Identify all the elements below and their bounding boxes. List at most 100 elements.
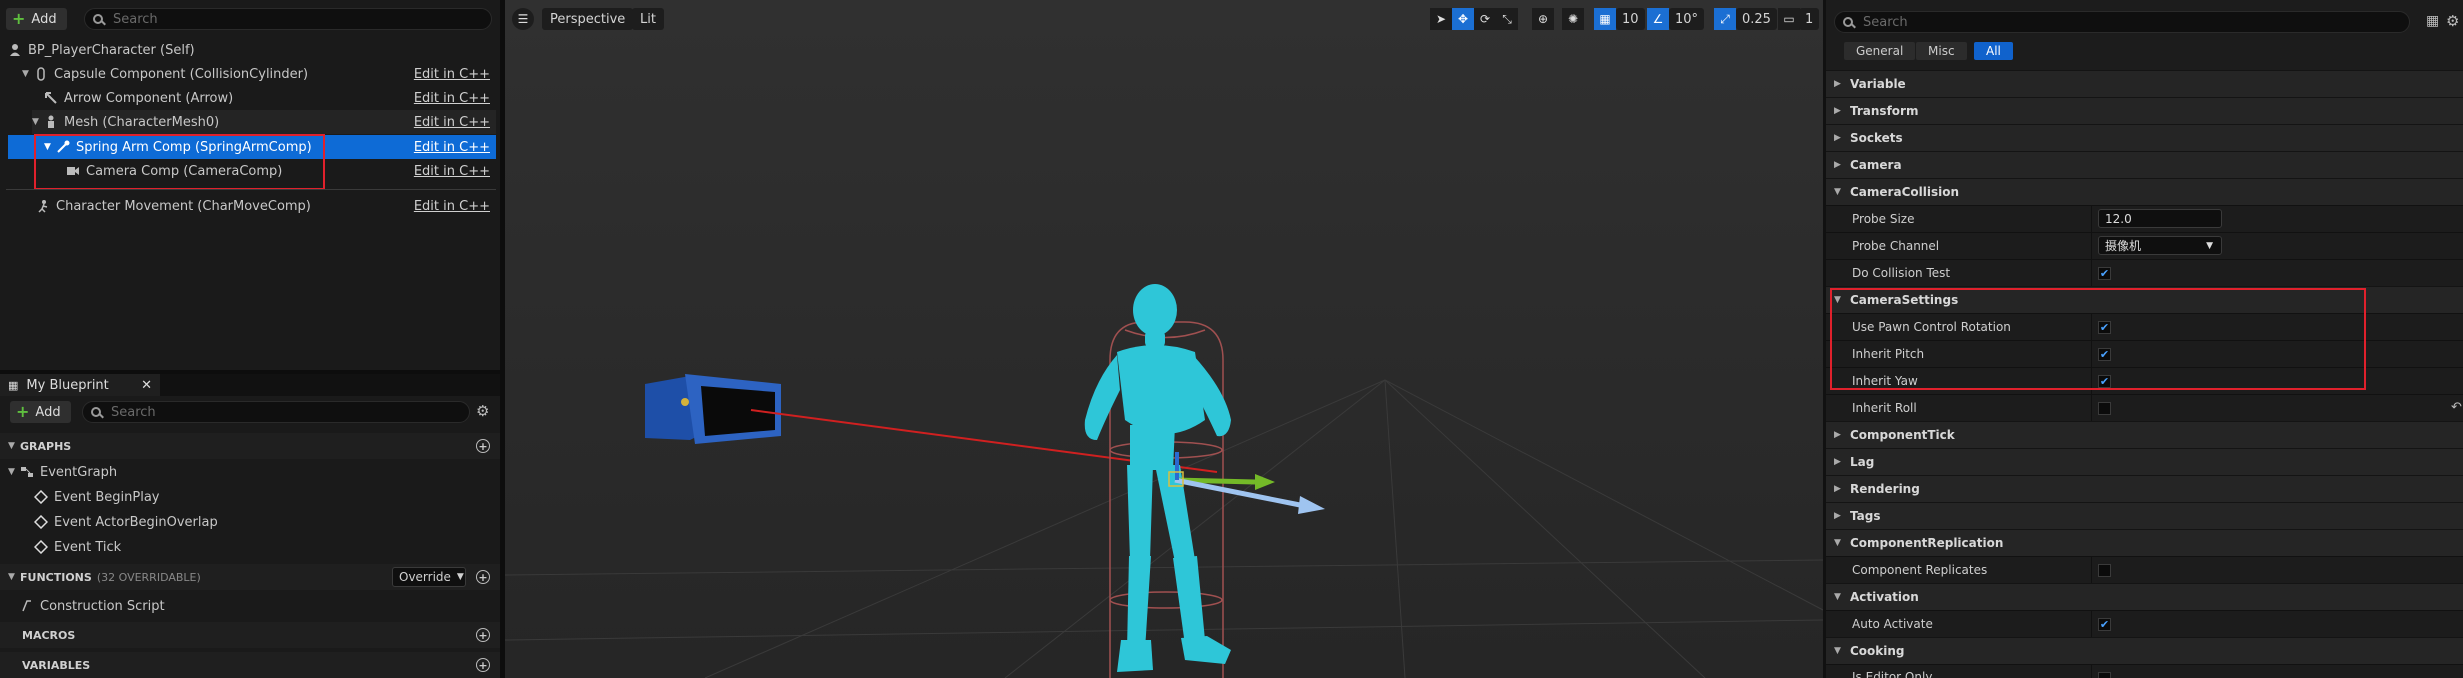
details-search-input[interactable] <box>1861 13 2347 31</box>
components-search[interactable] <box>84 8 492 30</box>
prop-inherit-roll: Inherit Roll ↶ <box>1826 394 2463 422</box>
tab-all[interactable]: All <box>1974 42 2013 60</box>
blueprint-search[interactable] <box>82 401 470 423</box>
construction-script-label: Construction Script <box>40 598 165 614</box>
grid-snap-value[interactable]: 10 <box>1616 8 1645 30</box>
prop-label: Is Editor Only <box>1852 670 1933 678</box>
camera-speed-icon[interactable]: ▭ <box>1778 8 1800 30</box>
component-label: Mesh (CharacterMesh0) <box>64 114 220 130</box>
graphs-section[interactable]: ▼ GRAPHS + <box>0 433 500 459</box>
add-macro-icon[interactable]: + <box>476 628 490 642</box>
grid-snap-icon[interactable]: ▦ <box>1594 8 1616 30</box>
functions-section[interactable]: ▼ FUNCTIONS (32 OVERRIDABLE) Override ▼ … <box>0 564 500 590</box>
viewport[interactable]: ☰ Perspective Lit ➤ ✥ ⟳ ⤡ ⊕ ✺ ▦ 10 ∠ 10°… <box>505 0 1823 678</box>
scale-snap-value[interactable]: 0.25 <box>1736 8 1777 30</box>
inherit-roll-checkbox[interactable] <box>2098 402 2111 415</box>
event-graph-item[interactable]: ▼ EventGraph <box>8 460 496 484</box>
category-tags[interactable]: ▶ Tags <box>1826 502 2463 529</box>
event-item-begin-play[interactable]: Event BeginPlay <box>33 485 496 509</box>
edit-in-cpp-link[interactable]: Edit in C++ <box>414 91 490 106</box>
is-editor-only-checkbox[interactable] <box>2098 672 2111 678</box>
table-view-icon[interactable]: ▦ <box>2426 13 2439 29</box>
category-variable[interactable]: ▶ Variable <box>1826 70 2463 97</box>
probe-channel-dropdown[interactable]: 摄像机 ▼ <box>2098 236 2222 255</box>
tab-general[interactable]: General <box>1844 42 1916 60</box>
expand-caret-icon: ▼ <box>8 441 15 451</box>
viewport-menu-button[interactable]: ☰ <box>512 8 534 30</box>
reset-to-default-icon[interactable]: ↶ <box>2451 400 2462 415</box>
component-item-self[interactable]: BP_PlayerCharacter (Self) <box>8 38 496 62</box>
tab-my-blueprint[interactable]: ▦ My Blueprint ✕ <box>0 374 160 396</box>
details-search[interactable] <box>1834 11 2410 33</box>
collapsed-caret-icon: ▶ <box>1834 133 1841 143</box>
close-icon[interactable]: ✕ <box>141 378 152 393</box>
edit-in-cpp-link[interactable]: Edit in C++ <box>414 67 490 82</box>
collapsed-caret-icon: ▶ <box>1834 160 1841 170</box>
settings-gear-icon[interactable]: ⚙ <box>2446 12 2459 30</box>
component-item-movement[interactable]: Character Movement (CharMoveComp) Edit i… <box>36 194 496 218</box>
override-label: Override <box>399 570 451 584</box>
do-collision-checkbox[interactable]: ✔ <box>2098 267 2111 280</box>
component-item-capsule[interactable]: ▼ Capsule Component (CollisionCylinder) … <box>22 62 496 86</box>
translate-mode-icon[interactable]: ✥ <box>1452 8 1474 30</box>
category-sockets[interactable]: ▶ Sockets <box>1826 124 2463 151</box>
perspective-button[interactable]: Perspective <box>542 8 634 30</box>
event-item-tick[interactable]: Event Tick <box>33 535 496 559</box>
select-mode-icon[interactable]: ➤ <box>1430 8 1452 30</box>
rotation-snap-icon[interactable]: ∠ <box>1647 8 1669 30</box>
blueprint-search-input[interactable] <box>109 403 435 421</box>
camera-speed-value[interactable]: 1 <box>1799 8 1820 30</box>
world-space-icon[interactable]: ⊕ <box>1532 8 1554 30</box>
override-dropdown[interactable]: Override ▼ <box>392 567 466 587</box>
category-activation[interactable]: ▼ Activation <box>1826 583 2463 610</box>
gear-icon[interactable]: ⚙ <box>476 403 492 419</box>
highlight-box <box>34 134 325 190</box>
edit-in-cpp-link[interactable]: Edit in C++ <box>414 140 490 155</box>
scale-mode-icon[interactable]: ⤡ <box>1496 8 1518 30</box>
auto-activate-checkbox[interactable]: ✔ <box>2098 618 2111 631</box>
camera-model[interactable] <box>645 374 781 444</box>
category-component-tick[interactable]: ▶ ComponentTick <box>1826 421 2463 448</box>
category-rendering[interactable]: ▶ Rendering <box>1826 475 2463 502</box>
rotation-snap-value[interactable]: 10° <box>1669 8 1705 30</box>
variables-section[interactable]: VARIABLES + <box>0 652 500 678</box>
add-graph-icon[interactable]: + <box>476 439 490 453</box>
edit-in-cpp-link[interactable]: Edit in C++ <box>414 164 490 179</box>
category-label: Sockets <box>1850 131 1903 145</box>
arrow-icon <box>44 91 58 105</box>
category-camera-collision[interactable]: ▼ CameraCollision <box>1826 178 2463 205</box>
edit-in-cpp-link[interactable]: Edit in C++ <box>414 199 490 214</box>
category-cooking[interactable]: ▼ Cooking <box>1826 637 2463 664</box>
category-label: CameraCollision <box>1850 185 1959 199</box>
category-lag[interactable]: ▶ Lag <box>1826 448 2463 475</box>
edit-in-cpp-link[interactable]: Edit in C++ <box>414 115 490 130</box>
component-replicates-checkbox[interactable] <box>2098 564 2111 577</box>
blueprint-add-button[interactable]: + Add <box>10 401 71 423</box>
tab-misc[interactable]: Misc <box>1916 42 1967 60</box>
construction-script-item[interactable]: Construction Script <box>20 594 496 618</box>
component-item-arrow[interactable]: Arrow Component (Arrow) Edit in C++ <box>44 86 496 110</box>
component-label: Capsule Component (CollisionCylinder) <box>54 66 309 82</box>
macros-section[interactable]: MACROS + <box>0 622 500 648</box>
skeletal-mesh-icon <box>44 115 58 129</box>
add-function-icon[interactable]: + <box>476 570 490 584</box>
surface-snap-icon[interactable]: ✺ <box>1562 8 1584 30</box>
probe-size-input[interactable]: 12.0 <box>2098 209 2222 228</box>
chevron-down-icon: ▼ <box>2206 240 2213 251</box>
components-search-input[interactable] <box>111 10 454 28</box>
scale-snap-icon[interactable]: ⤢ <box>1714 8 1736 30</box>
category-camera[interactable]: ▶ Camera <box>1826 151 2463 178</box>
add-component-button[interactable]: + Add <box>6 8 67 30</box>
rotate-mode-icon[interactable]: ⟳ <box>1474 8 1496 30</box>
component-item-mesh[interactable]: ▼ Mesh (CharacterMesh0) Edit in C++ <box>32 110 496 134</box>
add-variable-icon[interactable]: + <box>476 658 490 672</box>
category-transform[interactable]: ▶ Transform <box>1826 97 2463 124</box>
category-component-replication[interactable]: ▼ ComponentReplication <box>1826 529 2463 556</box>
movement-icon <box>36 199 50 213</box>
prop-probe-size: Probe Size 12.0 <box>1826 205 2463 233</box>
prop-label: Auto Activate <box>1852 617 1933 631</box>
components-toolbar: + Add <box>0 3 500 37</box>
plus-icon: + <box>12 9 26 28</box>
event-item-actor-begin-overlap[interactable]: Event ActorBeginOverlap <box>33 510 496 534</box>
lit-button[interactable]: Lit <box>632 8 664 30</box>
